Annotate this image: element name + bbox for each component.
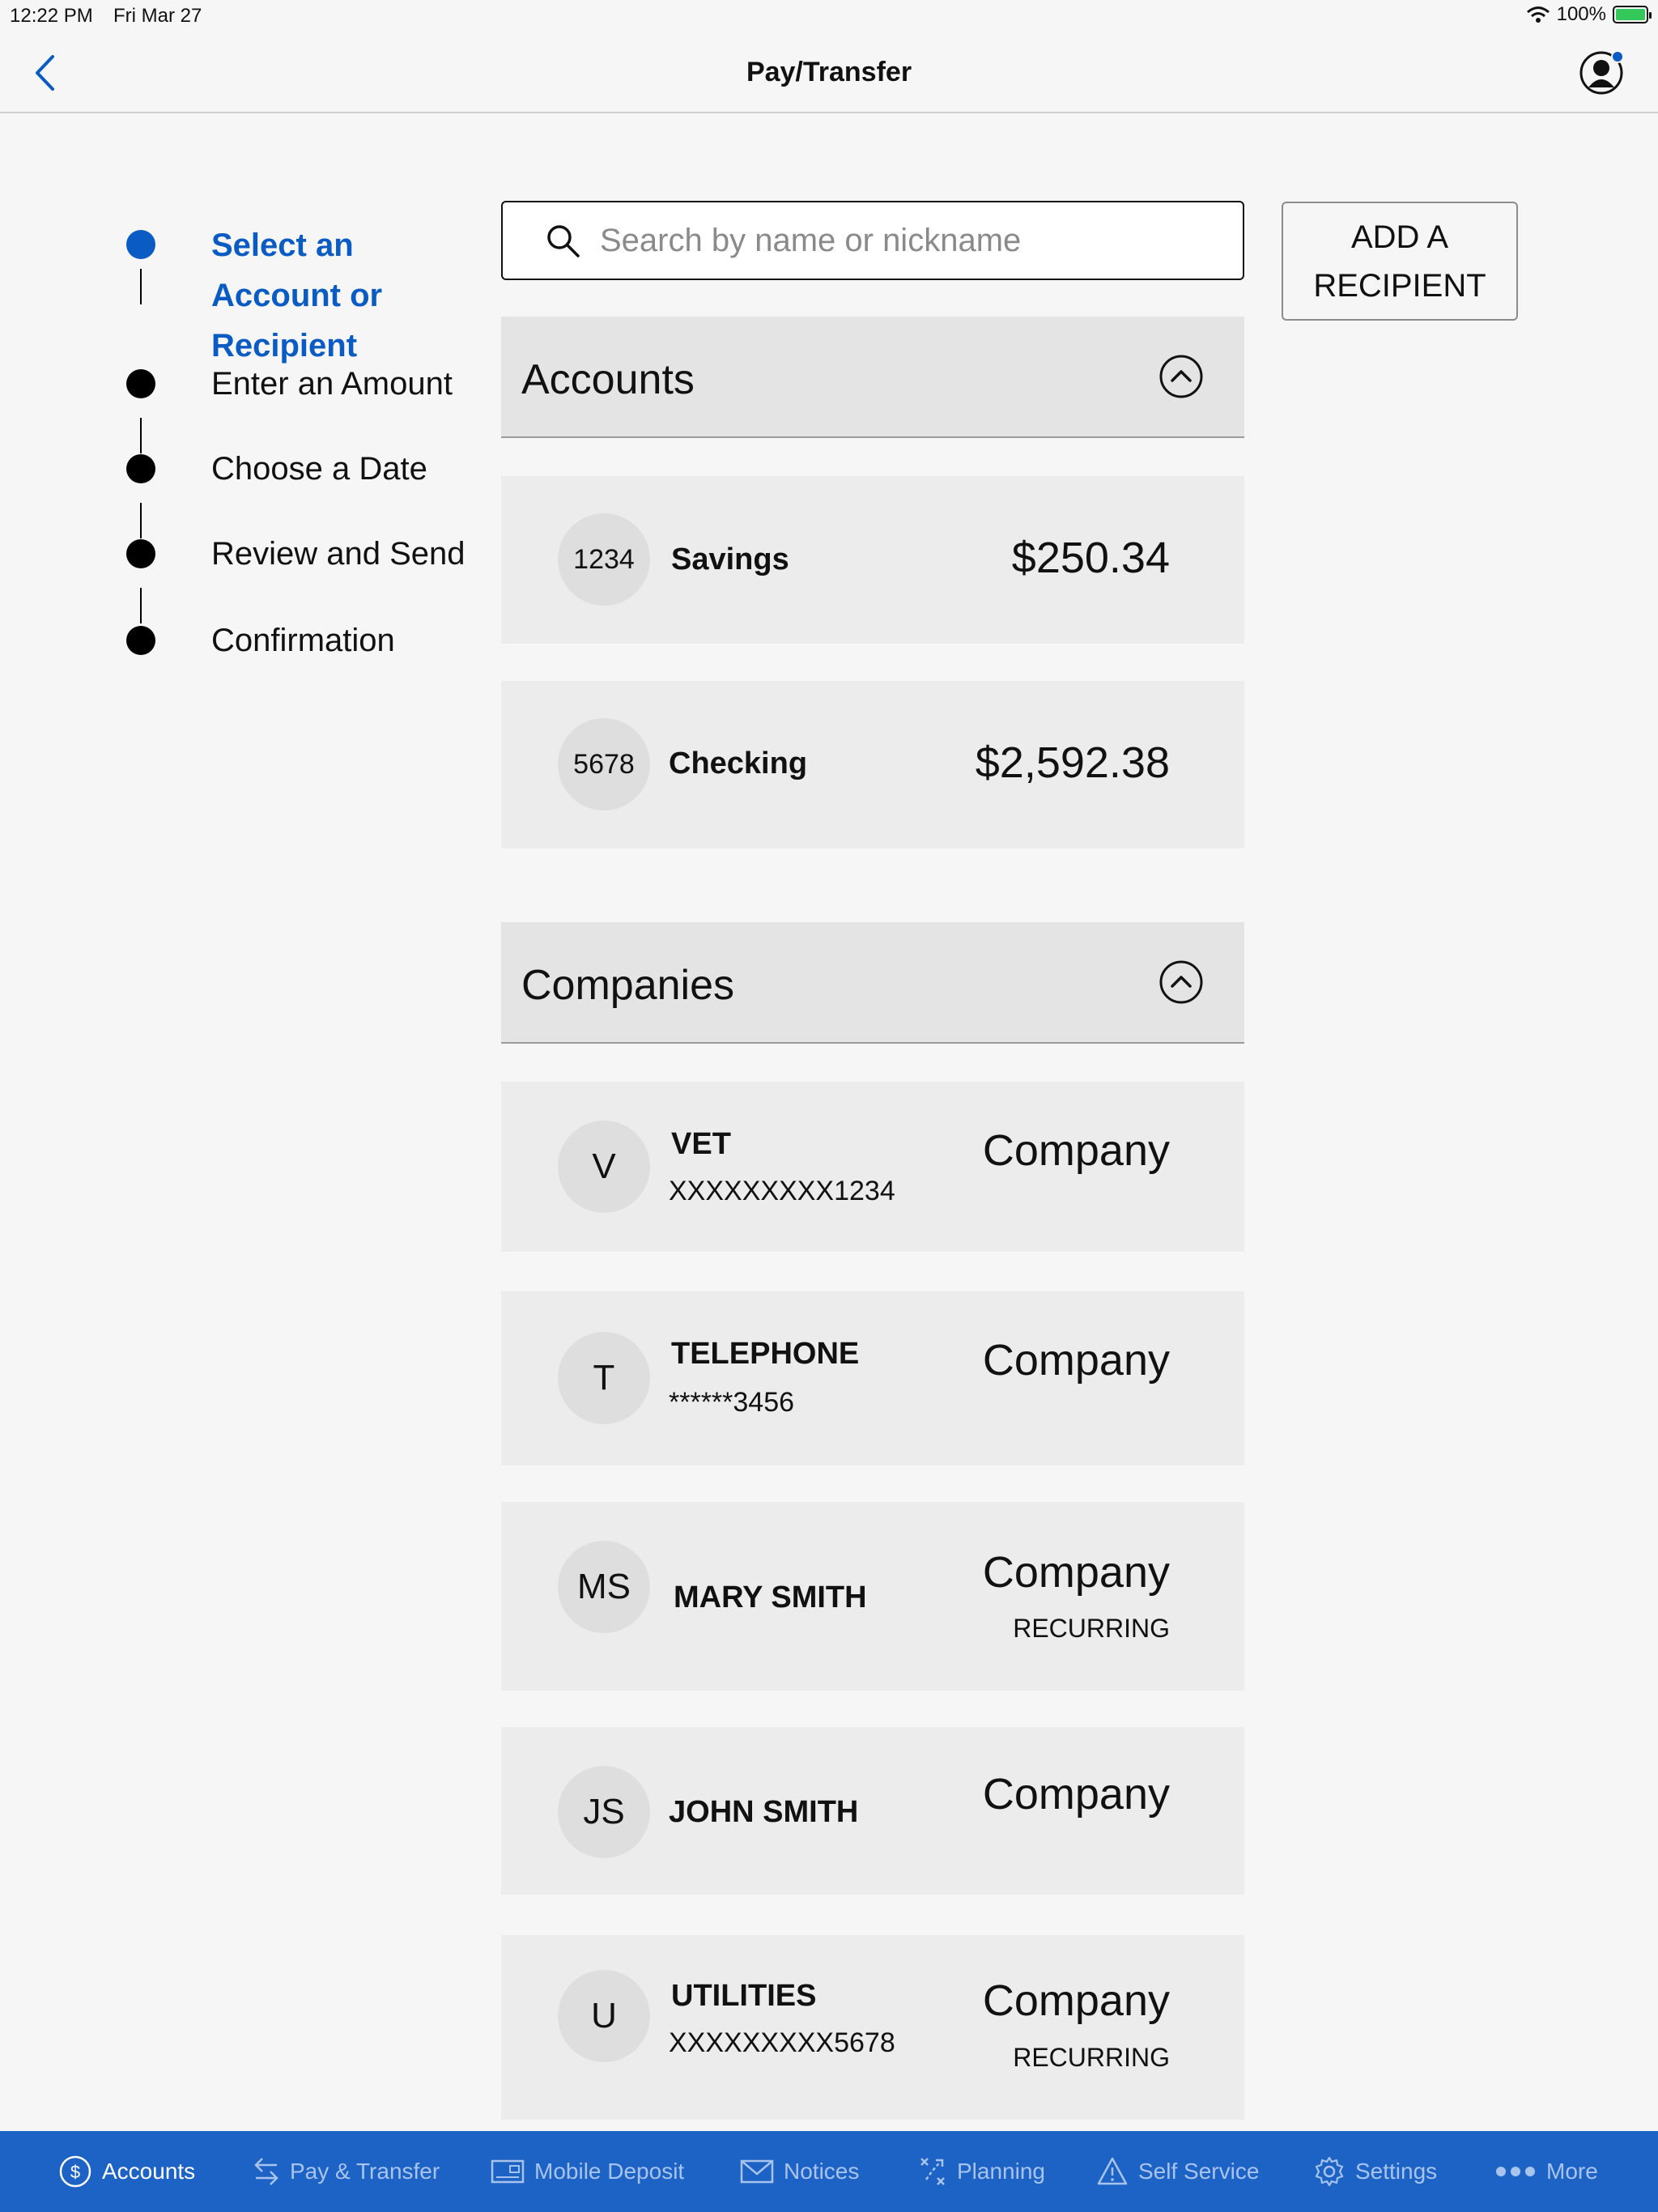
company-row-telephone[interactable]: T TELEPHONE ******3456 Company	[501, 1291, 1244, 1465]
tab-label: Mobile Deposit	[534, 2159, 685, 2184]
step-label: Review and Send	[211, 536, 466, 572]
section-title: Companies	[521, 962, 735, 1009]
envelope-icon	[740, 2159, 774, 2184]
tab-more[interactable]: More	[1494, 2131, 1598, 2212]
status-indicators: 100%	[1526, 3, 1652, 26]
account-name: Savings	[671, 542, 789, 576]
step-label: Choose a Date	[211, 451, 427, 487]
step-connector	[140, 418, 142, 453]
planning-icon	[920, 2158, 945, 2185]
company-name: UTILITIES	[671, 1979, 817, 2013]
tab-self-service[interactable]: Self Service	[1096, 2131, 1259, 2212]
search-icon	[547, 225, 580, 257]
search-input[interactable]	[600, 222, 1215, 259]
search-box	[501, 201, 1244, 280]
battery-icon	[1613, 6, 1652, 23]
account-avatar: 5678	[558, 718, 650, 810]
company-row-john-smith[interactable]: JS JOHN SMITH Company	[501, 1727, 1244, 1895]
step-label: Enter an Amount	[211, 366, 453, 402]
status-date: Fri Mar 27	[113, 5, 202, 27]
section-title: Accounts	[521, 356, 695, 403]
company-name: JOHN SMITH	[669, 1795, 859, 1829]
step-dot	[126, 626, 155, 655]
tab-label: Self Service	[1138, 2159, 1260, 2184]
tab-label: Planning	[957, 2159, 1045, 2184]
warning-triangle-icon	[1097, 2157, 1128, 2185]
account-avatar: 1234	[558, 513, 650, 606]
account-row-checking[interactable]: 5678 Checking $2,592.38	[501, 681, 1244, 849]
company-avatar: JS	[558, 1766, 650, 1858]
transfer-arrows-icon	[254, 2158, 278, 2185]
company-account-number: XXXXXXXXX5678	[669, 2027, 895, 2058]
companies-section-header[interactable]: Companies	[501, 922, 1244, 1044]
account-balance: $250.34	[1011, 534, 1170, 582]
tab-mobile-deposit[interactable]: Mobile Deposit	[491, 2131, 684, 2212]
add-recipient-label: ADD A RECIPIENT	[1313, 219, 1486, 304]
company-avatar: U	[558, 1970, 650, 2062]
company-row-mary-smith[interactable]: MS MARY SMITH Company RECURRING	[501, 1502, 1244, 1691]
tab-accounts[interactable]: $ Accounts	[58, 2131, 195, 2212]
tab-label: Pay & Transfer	[290, 2159, 440, 2184]
company-name: MARY SMITH	[674, 1580, 867, 1614]
tab-label: Accounts	[102, 2159, 196, 2184]
company-type: Company	[982, 1770, 1170, 1819]
dollar-circle-icon: $	[59, 2155, 91, 2188]
status-time: 12:22 PM	[10, 5, 93, 27]
page-title: Pay/Transfer	[746, 57, 912, 87]
svg-text:$: $	[70, 2162, 80, 2182]
step-dot	[126, 369, 155, 398]
add-recipient-button[interactable]: ADD A RECIPIENT	[1282, 202, 1518, 321]
company-type: Company	[982, 1336, 1170, 1385]
step-connector	[140, 588, 142, 623]
company-avatar: V	[558, 1121, 650, 1213]
chevron-up-circle-icon[interactable]	[1158, 354, 1204, 399]
company-avatar: T	[558, 1332, 650, 1424]
recurring-badge: RECURRING	[1013, 2043, 1170, 2072]
step-connector	[140, 503, 142, 538]
tab-label: Settings	[1355, 2159, 1438, 2184]
profile-button[interactable]	[1579, 50, 1624, 96]
gear-icon	[1315, 2156, 1344, 2187]
company-account-number: XXXXXXXXX1234	[669, 1176, 895, 1206]
chevron-up-circle-icon[interactable]	[1158, 959, 1204, 1005]
company-name: VET	[671, 1127, 731, 1161]
step-label: Select an Account or Recipient	[211, 228, 383, 364]
nav-header: Pay/Transfer	[0, 32, 1658, 113]
notification-dot	[1611, 50, 1624, 63]
company-type: Company	[982, 1976, 1170, 2025]
accounts-section-header[interactable]: Accounts	[501, 317, 1244, 438]
company-type: Company	[982, 1548, 1170, 1597]
more-dots-icon	[1496, 2167, 1535, 2176]
step-connector	[140, 269, 142, 304]
bottom-tab-bar: $ Accounts Pay & Transfer Mobile Deposit…	[0, 2131, 1658, 2212]
tab-notices[interactable]: Notices	[740, 2131, 859, 2212]
step-dot	[126, 454, 155, 483]
account-balance: $2,592.38	[975, 738, 1170, 787]
account-name: Checking	[669, 747, 808, 781]
company-avatar: MS	[558, 1541, 650, 1633]
step-label: Confirmation	[211, 623, 395, 658]
company-row-vet[interactable]: V VET XXXXXXXXX1234 Company	[501, 1082, 1244, 1252]
company-name: TELEPHONE	[671, 1337, 860, 1371]
company-account-number: ******3456	[669, 1387, 795, 1418]
step-active-dot	[126, 230, 155, 259]
status-bar: 12:22 PM Fri Mar 27 100%	[0, 0, 1658, 32]
recurring-badge: RECURRING	[1013, 1614, 1170, 1643]
company-type: Company	[982, 1126, 1170, 1175]
tab-pay-transfer[interactable]: Pay & Transfer	[253, 2131, 440, 2212]
tab-label: More	[1546, 2159, 1598, 2184]
check-deposit-icon	[491, 2159, 525, 2184]
step-dot	[126, 539, 155, 568]
tab-settings[interactable]: Settings	[1313, 2131, 1437, 2212]
battery-percent: 100%	[1556, 3, 1606, 25]
tab-label: Notices	[784, 2159, 860, 2184]
company-row-utilities[interactable]: U UTILITIES XXXXXXXXX5678 Company RECURR…	[501, 1935, 1244, 2120]
account-row-savings[interactable]: 1234 Savings $250.34	[501, 476, 1244, 644]
tab-planning[interactable]: Planning	[918, 2131, 1045, 2212]
wifi-icon	[1526, 6, 1550, 23]
